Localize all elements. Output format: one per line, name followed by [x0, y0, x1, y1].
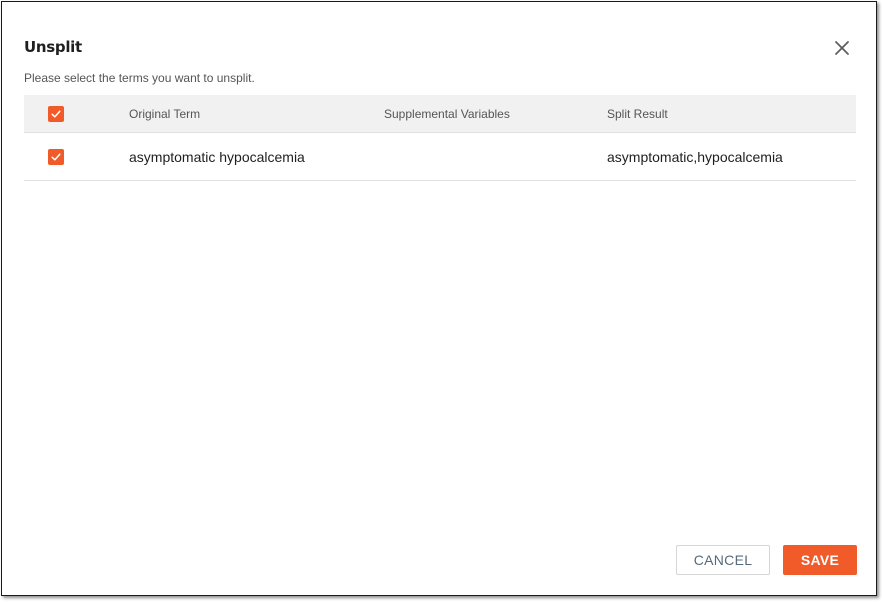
table-header: Original Term Supplemental Variables Spl… [24, 95, 856, 133]
column-header-original-term[interactable]: Original Term [129, 95, 200, 132]
row-checkbox[interactable] [48, 148, 64, 165]
row-select-cell [48, 133, 64, 180]
close-button[interactable] [832, 38, 852, 58]
select-all-cell [48, 95, 64, 132]
checkmark-icon [51, 152, 61, 161]
dialog-title: Unsplit [24, 38, 82, 56]
split-result-cell: asymptomatic,hypocalcemia [607, 148, 783, 165]
select-all-checkbox[interactable] [48, 105, 64, 122]
checkmark-icon [51, 109, 61, 118]
dialog-subtitle: Please select the terms you want to unsp… [24, 71, 255, 85]
close-icon [835, 41, 849, 55]
table-row[interactable]: asymptomatic hypocalcemia asymptomatic,h… [24, 133, 856, 181]
cancel-button[interactable]: CANCEL [676, 545, 770, 575]
save-button[interactable]: SAVE [783, 545, 857, 575]
unsplit-dialog: Unsplit Please select the terms you want… [1, 1, 877, 596]
original-term-cell: asymptomatic hypocalcemia [129, 148, 305, 165]
column-header-split-result[interactable]: Split Result [607, 95, 668, 132]
column-header-supplemental-variables[interactable]: Supplemental Variables [384, 95, 510, 132]
terms-table: Original Term Supplemental Variables Spl… [24, 95, 856, 181]
